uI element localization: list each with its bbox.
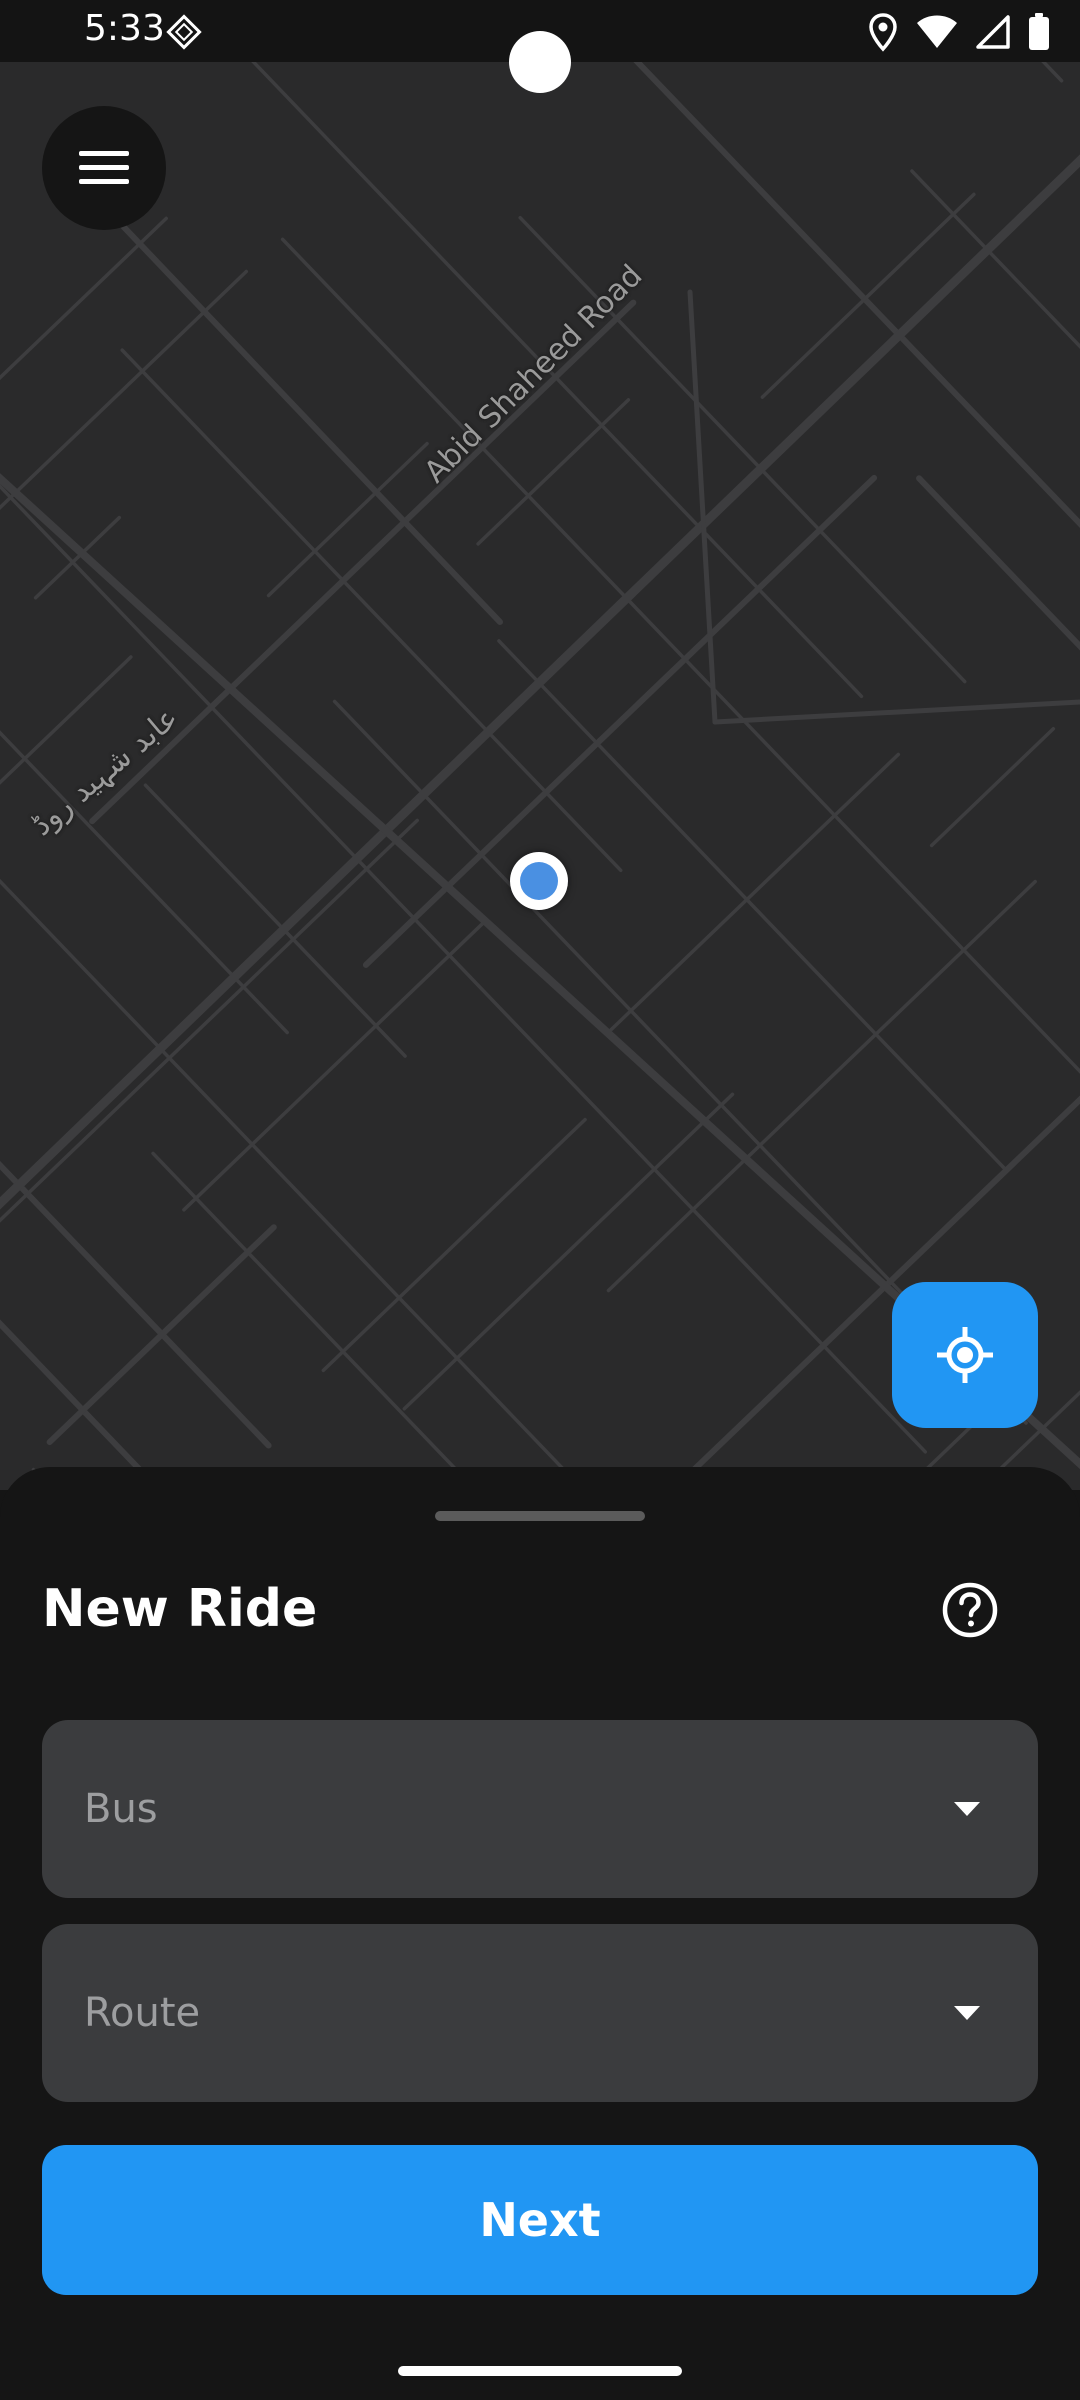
new-ride-sheet: New Ride Bus Route Next	[0, 1467, 1080, 2400]
signal-icon	[976, 15, 1010, 49]
wifi-icon	[917, 15, 957, 48]
camera-cutout	[509, 31, 571, 93]
street-grid	[0, 62, 1080, 1490]
bus-dropdown[interactable]: Bus	[42, 1720, 1038, 1898]
route-dropdown[interactable]: Route	[42, 1924, 1038, 2102]
hamburger-menu-icon	[79, 151, 129, 184]
help-circle-icon[interactable]	[940, 1580, 1000, 1640]
notification-icon	[166, 14, 202, 50]
current-location-marker	[510, 852, 568, 910]
dropdown-arrow-icon	[954, 1802, 980, 1816]
battery-icon	[1029, 13, 1049, 50]
bus-dropdown-placeholder: Bus	[84, 1786, 158, 1832]
route-dropdown-placeholder: Route	[84, 1990, 201, 2036]
status-icons	[868, 10, 1050, 54]
next-button[interactable]: Next	[42, 2145, 1038, 2295]
my-location-icon	[937, 1327, 993, 1383]
home-indicator[interactable]	[398, 2366, 682, 2376]
status-time: 5:33	[84, 8, 165, 49]
map-view[interactable]: Abid Shaheed Road عابد شہید روڈ	[0, 62, 1080, 1490]
sheet-title: New Ride	[42, 1579, 318, 1639]
my-location-button[interactable]	[892, 1282, 1038, 1428]
menu-button[interactable]	[42, 106, 166, 230]
drag-handle[interactable]	[435, 1511, 645, 1521]
location-icon	[869, 13, 897, 52]
dropdown-arrow-icon	[954, 2006, 980, 2020]
